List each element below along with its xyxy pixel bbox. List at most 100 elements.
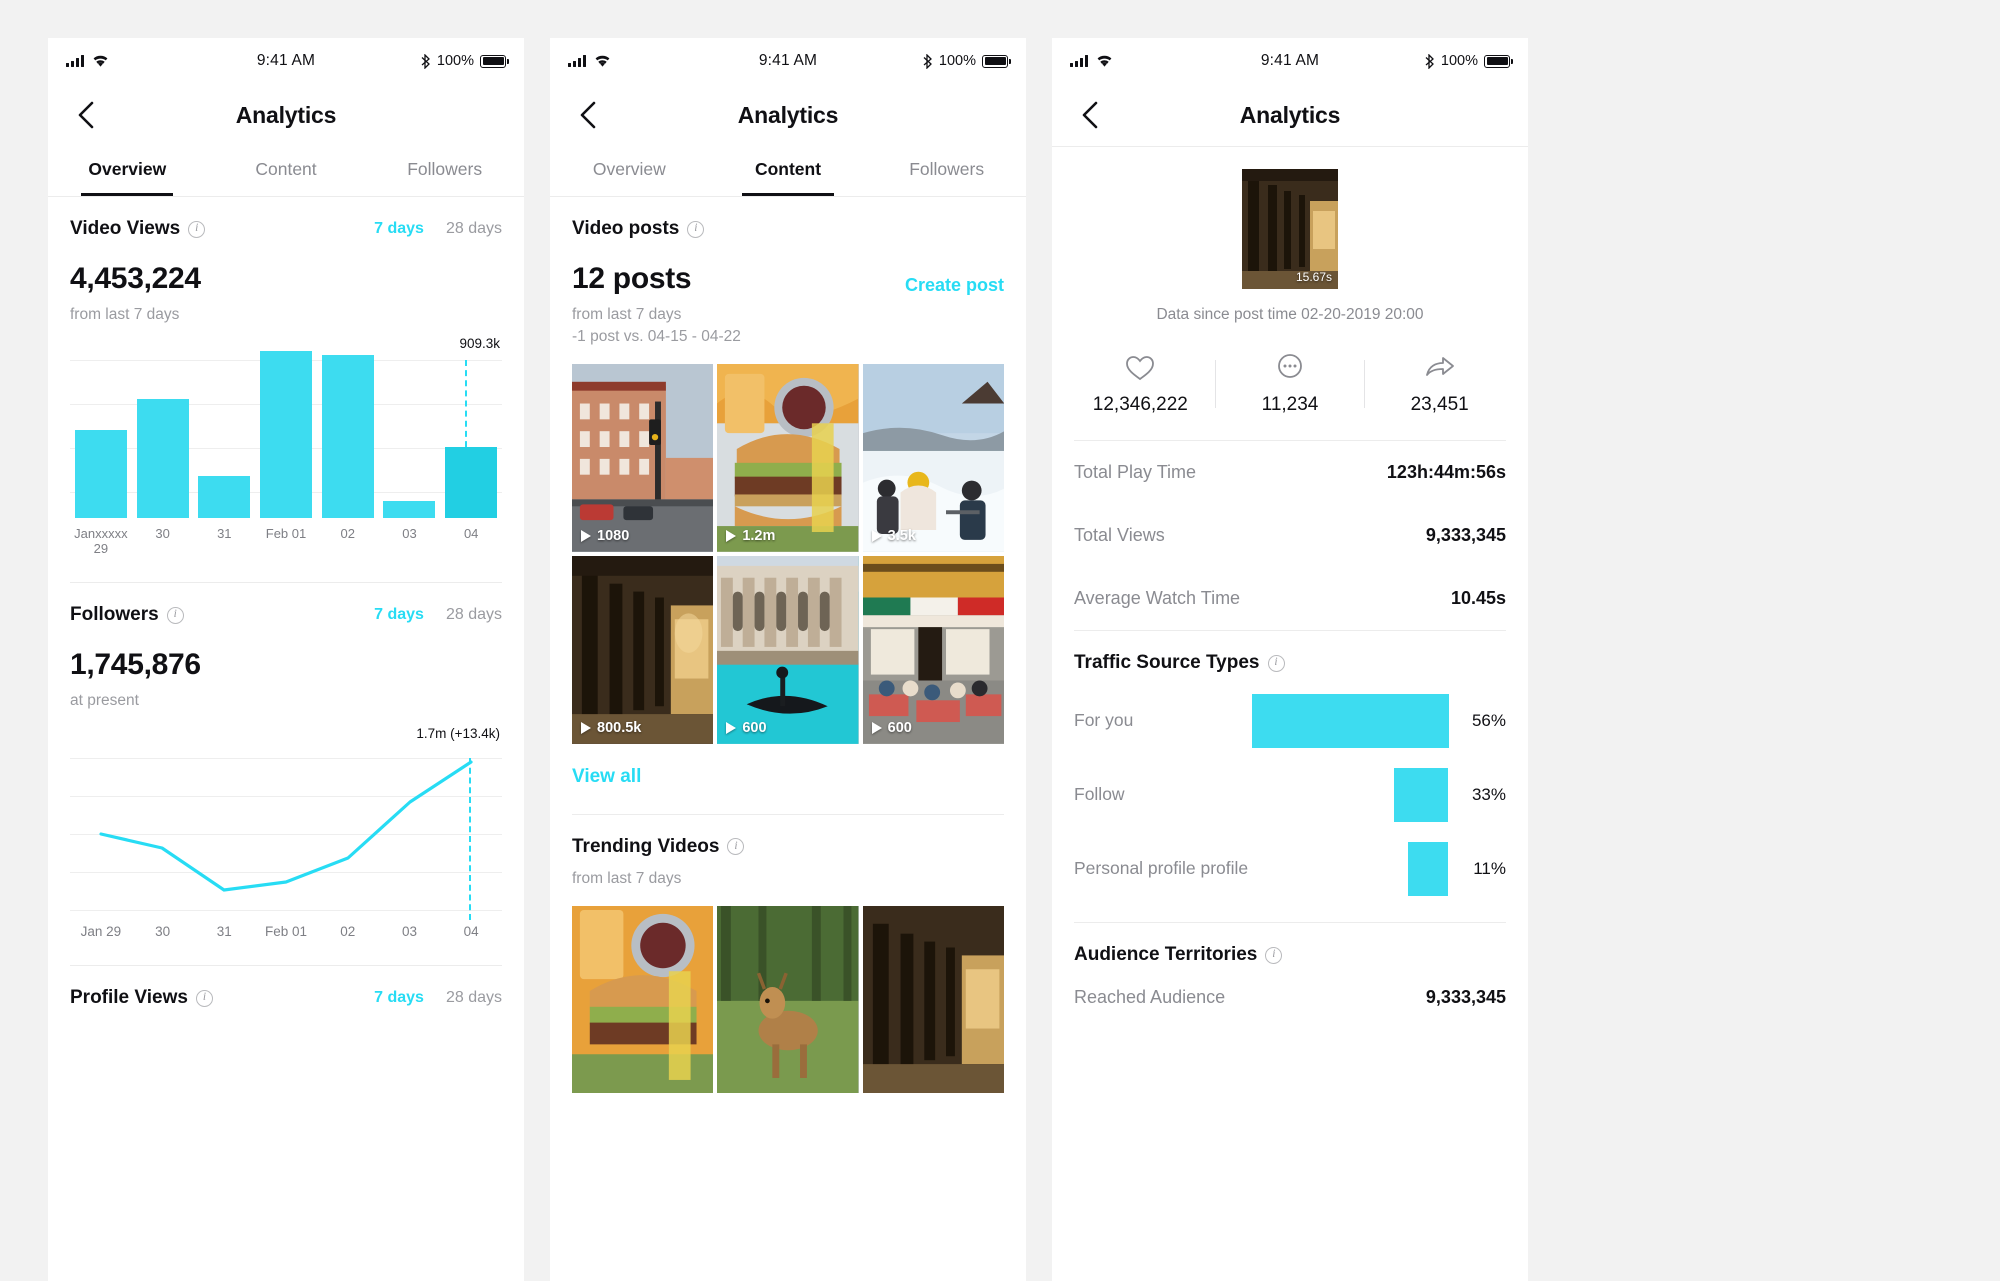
- tab-bar: Overview Content Followers: [550, 146, 1026, 197]
- video-poster-thumbnail[interactable]: 15.67s: [1242, 169, 1338, 289]
- video-thumbnail[interactable]: 1.2m: [717, 364, 859, 552]
- panel-video-detail: 9:41 AM 100% Analytics 15.67s Data since…: [1052, 38, 1528, 1281]
- screenshot-stage: 9:41 AM 100% Analytics Overview Content …: [0, 0, 2000, 1281]
- engagement-stats-row: 12,346,222 11,234 23,451: [1052, 352, 1528, 416]
- thumbnail-image-cafe-terrace: [862, 555, 1004, 744]
- section-video-views: Video Views i 7 days 28 days 4,453,224 f…: [48, 197, 524, 556]
- play-count-overlay: 1.2m: [726, 528, 775, 544]
- x-tick: Feb 01: [265, 924, 308, 939]
- play-icon: [726, 529, 737, 542]
- range-28-days[interactable]: 28 days: [446, 606, 502, 624]
- tab-followers[interactable]: Followers: [365, 146, 524, 196]
- info-circle-icon[interactable]: i: [687, 220, 705, 238]
- x-tick: Feb 01: [265, 526, 307, 541]
- range-7-days[interactable]: 7 days: [374, 989, 424, 1007]
- battery-percent: 100%: [1440, 53, 1478, 69]
- bar-col: [317, 338, 379, 518]
- bar: [383, 501, 436, 518]
- play-count-overlay: 600: [726, 720, 767, 736]
- x-tick: 30: [155, 526, 170, 541]
- tab-followers[interactable]: Followers: [867, 146, 1026, 196]
- section-video-posts: Video posts i 12 posts Create post from …: [550, 197, 1026, 788]
- traffic-header: Traffic Source Types i: [1074, 631, 1506, 674]
- create-post-button[interactable]: Create post: [905, 275, 1004, 296]
- range-28-days[interactable]: 28 days: [446, 989, 502, 1007]
- metric-row: Total Play Time 123h:44m:56s: [1074, 441, 1506, 504]
- video-thumbnail[interactable]: 1080: [572, 364, 714, 552]
- video-posts-grid: 1080 1.2m 3.5k 800.5k 600 600: [572, 364, 1004, 744]
- followers-value: 1,745,876: [70, 648, 201, 681]
- tab-content[interactable]: Content: [207, 146, 366, 196]
- status-right: 100%: [922, 53, 1011, 69]
- tab-overview[interactable]: Overview: [48, 146, 207, 196]
- trending-subnote: from last 7 days: [572, 869, 682, 887]
- bluetooth-icon: [1425, 53, 1434, 69]
- audience-key: Reached Audience: [1074, 987, 1226, 1007]
- section-metrics: Total Play Time 123h:44m:56s Total Views…: [1052, 441, 1528, 630]
- metric-value: 123h:44m:56s: [1386, 462, 1506, 482]
- trending-grid: [572, 905, 1004, 1094]
- traffic-bar: [1252, 694, 1450, 748]
- x-tick: 02: [340, 924, 356, 939]
- status-right: 100%: [1424, 53, 1513, 69]
- play-count-overlay: 600: [871, 720, 912, 736]
- audience-header: Audience Territories i: [1074, 923, 1506, 966]
- stat-comments: 11,234: [1216, 352, 1365, 416]
- video-posts-header: Video posts i: [572, 197, 1004, 240]
- status-bar: 9:41 AM 100%: [48, 38, 524, 84]
- bar: [321, 355, 374, 518]
- traffic-row: For you 56%: [1074, 694, 1506, 748]
- play-icon: [871, 721, 882, 734]
- info-circle-icon[interactable]: i: [1267, 654, 1285, 672]
- video-views-header: Video Views i 7 days 28 days: [70, 197, 502, 240]
- bar-highlight: [445, 447, 498, 518]
- thumbnail-image-snow-outdoor: [862, 364, 1004, 552]
- tab-bar: Overview Content Followers: [48, 146, 524, 197]
- traffic-bar-track: [1256, 842, 1448, 896]
- video-posts-title: Video posts: [572, 218, 680, 239]
- video-thumbnail[interactable]: [572, 905, 714, 1094]
- tab-overview[interactable]: Overview: [550, 146, 709, 196]
- play-icon: [726, 721, 737, 734]
- battery-full-icon: [982, 54, 1011, 68]
- info-circle-icon[interactable]: i: [166, 606, 184, 624]
- bar-col: [379, 338, 441, 518]
- video-views-value: 4,453,224: [70, 262, 201, 295]
- bar: [260, 351, 313, 518]
- video-thumbnail[interactable]: 800.5k: [572, 555, 714, 744]
- traffic-percent: 33%: [1471, 785, 1506, 804]
- bluetooth-icon: [923, 53, 932, 69]
- video-thumbnail[interactable]: 600: [717, 555, 859, 744]
- range-7-days[interactable]: 7 days: [374, 606, 424, 624]
- bar: [198, 476, 251, 518]
- traffic-title: Traffic Source Types: [1074, 652, 1260, 673]
- metric-key: Total Play Time: [1074, 462, 1197, 482]
- battery-percent: 100%: [938, 53, 976, 69]
- info-circle-icon[interactable]: i: [727, 838, 745, 856]
- followers-title: Followers: [70, 604, 159, 625]
- x-tick: 30: [155, 924, 171, 939]
- traffic-label: For you: [1074, 710, 1134, 731]
- tab-content[interactable]: Content: [709, 146, 868, 196]
- followers-range-toggle: 7 days 28 days: [374, 606, 502, 624]
- video-thumbnail[interactable]: [862, 905, 1004, 1094]
- metric-row: Total Views 9,333,345: [1074, 504, 1506, 567]
- followers-header: Followers i 7 days 28 days: [70, 583, 502, 626]
- info-circle-icon[interactable]: i: [1265, 946, 1283, 964]
- video-thumbnail[interactable]: 3.5k: [862, 364, 1004, 552]
- x-tick: 31: [217, 526, 232, 541]
- followers-line-series: [99, 760, 473, 892]
- info-circle-icon[interactable]: i: [188, 220, 206, 238]
- thumbnail-image-colonnade: [572, 555, 714, 744]
- video-views-title: Video Views: [70, 218, 181, 239]
- thumbnail-image-deer-park: [717, 905, 859, 1094]
- view-all-link[interactable]: View all: [572, 766, 1004, 788]
- video-thumbnail[interactable]: 600: [862, 555, 1004, 744]
- range-28-days[interactable]: 28 days: [446, 220, 502, 238]
- range-7-days[interactable]: 7 days: [374, 220, 424, 238]
- stat-likes: 12,346,222: [1066, 352, 1215, 416]
- video-thumbnail[interactable]: [717, 905, 859, 1094]
- info-circle-icon[interactable]: i: [195, 989, 213, 1007]
- video-views-range-toggle: 7 days 28 days: [374, 220, 502, 238]
- video-posts-subnote-2: -1 post vs. 04-15 - 04-22: [572, 328, 741, 345]
